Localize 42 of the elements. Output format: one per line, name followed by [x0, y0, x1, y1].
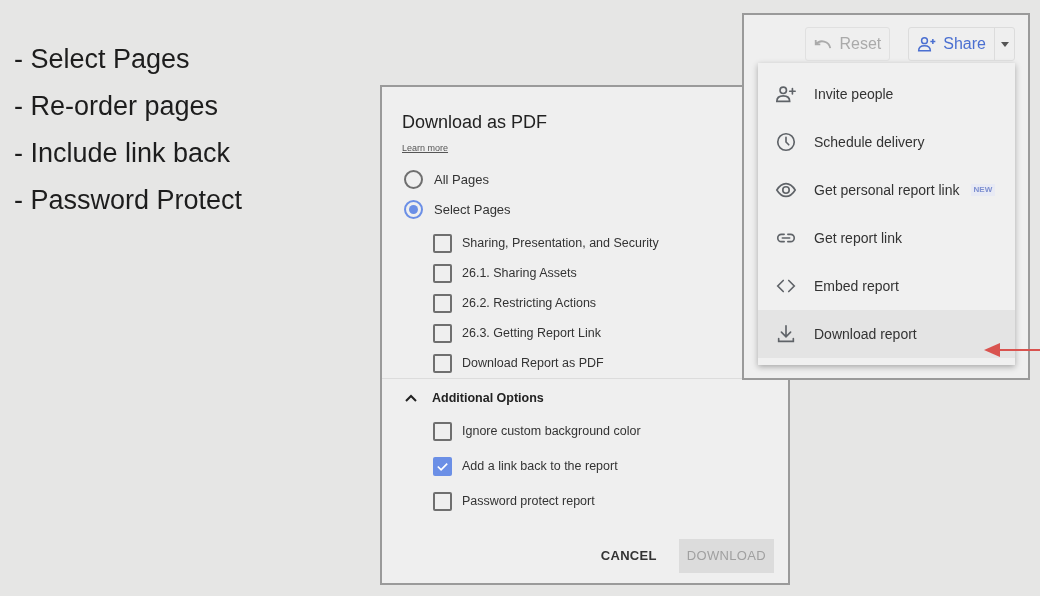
- checkbox[interactable]: [433, 264, 452, 283]
- checkbox[interactable]: [433, 421, 452, 441]
- person-add-icon: [775, 83, 797, 105]
- checkbox[interactable]: [433, 294, 452, 313]
- person-add-icon: [917, 34, 938, 54]
- menu-item[interactable]: Invite people: [758, 70, 1015, 118]
- menu-item[interactable]: Download report: [758, 310, 1015, 358]
- radio-label: Select Pages: [434, 201, 511, 219]
- section-title: Additional Options: [432, 389, 544, 407]
- pointer-arrow: [984, 342, 1040, 358]
- bullet-text: - Select Pages: [14, 43, 191, 76]
- menu-item[interactable]: Schedule delivery: [758, 118, 1015, 166]
- menu-item[interactable]: Get personal report link NEW: [758, 166, 1015, 214]
- page-label: Sharing, Presentation, and Security: [462, 235, 659, 253]
- page-label: Download Report as PDF: [462, 355, 604, 373]
- caret-icon: [1000, 41, 1009, 47]
- page-label: 26.1. Sharing Assets: [462, 265, 577, 283]
- page-label: 26.2. Restricting Actions: [462, 295, 597, 313]
- checkbox[interactable]: [433, 491, 452, 511]
- bullet-text: - Re-order pages: [14, 90, 220, 123]
- option-label: Password protect report: [462, 492, 595, 510]
- radio-button[interactable]: [404, 200, 423, 220]
- dialog-title: Download as PDF: [402, 111, 549, 134]
- learn-more-link[interactable]: Learn more: [402, 142, 449, 156]
- bullet-text: - Password Protect: [14, 184, 243, 217]
- radio-label: All Pages: [434, 170, 489, 189]
- bullet-text: - Include link back: [14, 137, 232, 170]
- new-badge: NEW: [970, 184, 996, 196]
- option-label: Ignore custom background color: [462, 422, 641, 440]
- checkbox[interactable]: [433, 324, 452, 343]
- menu-item[interactable]: Get report link: [758, 214, 1015, 262]
- checkbox[interactable]: [433, 354, 452, 373]
- clock-icon: [775, 131, 797, 153]
- radio-button[interactable]: [404, 169, 423, 189]
- option-label: Add a link back to the report: [462, 457, 618, 475]
- checkbox[interactable]: [433, 234, 452, 253]
- undo-icon: [813, 39, 832, 49]
- page-label: 26.3. Getting Report Link: [462, 325, 601, 343]
- checkbox[interactable]: [433, 456, 452, 476]
- download-icon: [775, 323, 797, 345]
- cancel-button[interactable]: CANCEL: [592, 539, 665, 573]
- menu-item[interactable]: Embed report: [758, 262, 1015, 310]
